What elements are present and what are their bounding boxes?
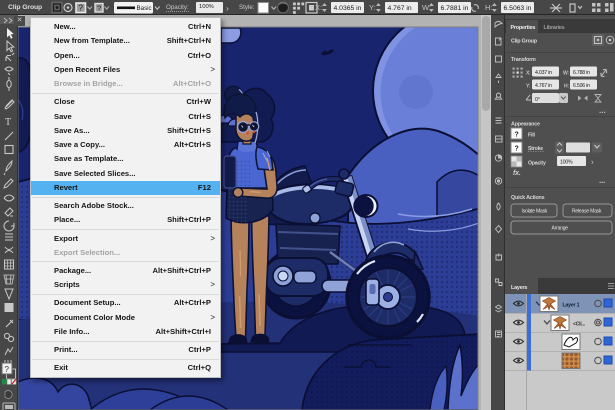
svg-text:Clip Group: Clip Group <box>511 39 538 45</box>
svg-text:Y:: Y: <box>369 3 376 12</box>
svg-text:Y:: Y: <box>526 84 531 90</box>
svg-text:H:: H: <box>485 3 493 12</box>
svg-text:Basic: Basic <box>137 5 152 12</box>
svg-text:Layers: Layers <box>511 285 527 291</box>
svg-text:Transform: Transform <box>511 57 536 63</box>
svg-text:?: ? <box>79 4 84 13</box>
svg-text:Isolate Mask: Isolate Mask <box>522 209 548 215</box>
svg-text:W:: W: <box>563 71 569 77</box>
svg-text:T: T <box>5 117 11 128</box>
svg-text:<Cli...: <Cli... <box>573 322 586 328</box>
svg-text:Opacity: Opacity <box>528 161 546 167</box>
svg-text:...: ... <box>599 176 605 185</box>
svg-text:?: ? <box>97 4 101 13</box>
svg-text:Appearance: Appearance <box>511 122 540 128</box>
svg-text:Release Mask: Release Mask <box>572 209 602 215</box>
svg-text:fx.: fx. <box>513 170 521 177</box>
svg-text:4.037 in: 4.037 in <box>535 70 552 76</box>
svg-text:Properties: Properties <box>511 25 536 31</box>
svg-text:6.788 in: 6.788 in <box>573 70 590 76</box>
svg-text:?: ? <box>515 146 519 153</box>
svg-text:6.5063 in: 6.5063 in <box>504 5 532 12</box>
svg-text:Fill: Fill <box>528 133 535 139</box>
svg-text:?: ? <box>515 132 519 139</box>
svg-text:6.7881 in: 6.7881 in <box>441 5 469 12</box>
svg-text:0°: 0° <box>535 97 540 103</box>
svg-text:4.0365 in: 4.0365 in <box>334 5 362 12</box>
svg-text:?: ? <box>5 365 10 374</box>
svg-text:Layer 1: Layer 1 <box>563 303 580 309</box>
svg-text:W:: W: <box>422 3 431 12</box>
svg-text:H:: H: <box>564 84 569 90</box>
svg-text:6.506 in: 6.506 in <box>573 83 590 89</box>
svg-text:Arrange: Arrange <box>552 226 569 232</box>
svg-text:Quick Actions: Quick Actions <box>511 195 545 201</box>
svg-text:X:: X: <box>315 3 322 12</box>
svg-text:›: › <box>226 3 229 13</box>
svg-text:4.767 in: 4.767 in <box>535 83 552 89</box>
svg-text:Libraries: Libraries <box>544 25 565 31</box>
svg-text:X:: X: <box>526 71 531 77</box>
svg-text:4.767 in: 4.767 in <box>388 5 412 12</box>
svg-text:...: ... <box>599 106 606 115</box>
svg-text:100%: 100% <box>560 160 573 166</box>
